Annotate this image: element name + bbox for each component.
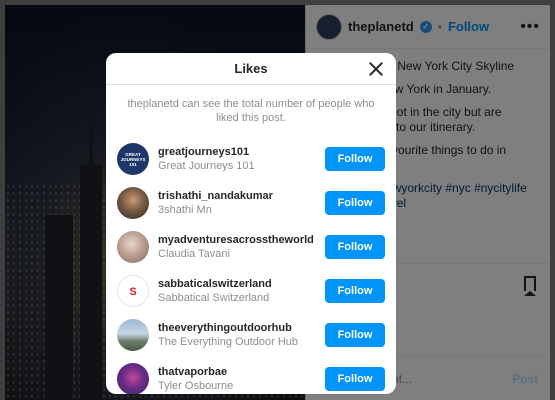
follow-button[interactable]: Follow: [325, 147, 385, 171]
user-fullname: Great Journeys 101: [158, 160, 255, 172]
user-names: sabbaticalswitzerland Sabbatical Switzer…: [158, 278, 325, 304]
user-names: thatvaporbae Tyler Osbourne: [158, 366, 325, 392]
likes-list: GREAT JOURNEYS 101 greatjourneys101 Grea…: [106, 137, 396, 394]
avatar[interactable]: [117, 319, 149, 351]
modal-header: Likes: [106, 53, 396, 85]
follow-button[interactable]: Follow: [325, 323, 385, 347]
avatar-logo-text: S: [129, 286, 137, 298]
user-handle[interactable]: greatjourneys101: [158, 146, 325, 158]
follow-button[interactable]: Follow: [325, 279, 385, 303]
user-handle[interactable]: theeverythingoutdoorhub: [158, 322, 325, 334]
follow-button[interactable]: Follow: [325, 235, 385, 259]
user-names: myadventuresacrosstheworld Claudia Tavan…: [158, 234, 325, 260]
user-fullname: Sabbatical Switzerland: [158, 292, 270, 304]
follow-button[interactable]: Follow: [325, 367, 385, 391]
user-handle[interactable]: myadventuresacrosstheworld: [158, 234, 325, 246]
user-fullname: Tyler Osbourne: [158, 380, 234, 392]
avatar[interactable]: [117, 231, 149, 263]
user-handle[interactable]: thatvaporbae: [158, 366, 325, 378]
list-item: theeverythingoutdoorhub The Everything O…: [106, 313, 396, 357]
list-item: trishathi_nandakumar 3shathi Mn Follow: [106, 181, 396, 225]
list-item: thatvaporbae Tyler Osbourne Follow: [106, 357, 396, 394]
user-names: theeverythingoutdoorhub The Everything O…: [158, 322, 325, 348]
list-item: GREAT JOURNEYS 101 greatjourneys101 Grea…: [106, 137, 396, 181]
likes-modal: Likes theplanetd can see the total numbe…: [106, 53, 396, 394]
user-handle[interactable]: trishathi_nandakumar: [158, 190, 325, 202]
user-fullname: 3shathi Mn: [158, 204, 212, 216]
avatar[interactable]: [117, 363, 149, 394]
avatar[interactable]: GREAT JOURNEYS 101: [117, 143, 149, 175]
list-item: myadventuresacrosstheworld Claudia Tavan…: [106, 225, 396, 269]
avatar-logo-text: GREAT JOURNEYS 101: [120, 152, 146, 167]
user-names: trishathi_nandakumar 3shathi Mn: [158, 190, 325, 216]
user-names: greatjourneys101 Great Journeys 101: [158, 146, 325, 172]
modal-title: Likes: [234, 61, 268, 76]
close-icon[interactable]: [366, 59, 386, 79]
user-handle[interactable]: sabbaticalswitzerland: [158, 278, 325, 290]
avatar[interactable]: S: [117, 275, 149, 307]
avatar[interactable]: [117, 187, 149, 219]
user-fullname: The Everything Outdoor Hub: [158, 336, 299, 348]
user-fullname: Claudia Tavani: [158, 248, 230, 260]
follow-button[interactable]: Follow: [325, 191, 385, 215]
list-item: S sabbaticalswitzerland Sabbatical Switz…: [106, 269, 396, 313]
